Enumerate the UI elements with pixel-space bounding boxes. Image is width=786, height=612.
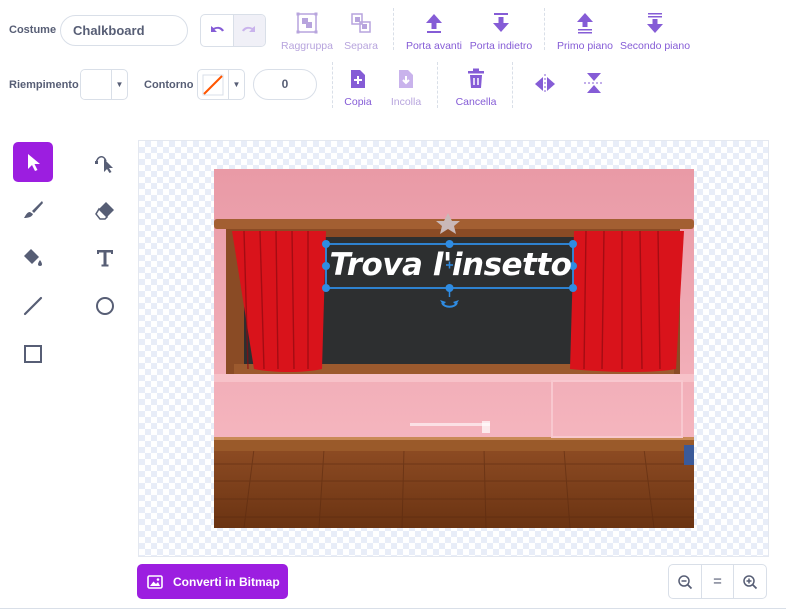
delete-label: Cancella — [455, 96, 497, 108]
fill-swatch — [81, 70, 111, 99]
ungroup-icon — [351, 13, 371, 33]
rectangle-tool-button[interactable] — [13, 334, 53, 374]
group-button[interactable]: Raggruppa — [280, 12, 334, 52]
zoom-in-icon — [743, 574, 758, 589]
line-tool-button[interactable] — [13, 286, 53, 326]
backward-button[interactable]: Porta indietro — [468, 12, 534, 52]
trash-icon — [468, 68, 484, 88]
backward-label: Porta indietro — [469, 40, 533, 52]
outline-width-input[interactable]: 0 — [253, 69, 317, 100]
paste-label: Incolla — [390, 96, 422, 108]
chevron-down-icon: ▼ — [111, 70, 127, 99]
rectangle-tool-icon — [24, 345, 42, 363]
fill-label: Riempimento — [9, 79, 79, 91]
copy-label: Copia — [344, 96, 372, 108]
arrow-up-icon — [426, 14, 442, 33]
chevron-down-icon: ▼ — [228, 70, 244, 99]
fill-tool-button[interactable] — [13, 238, 53, 278]
bring-to-front-icon — [577, 13, 593, 34]
group-icon — [296, 12, 318, 34]
outline-color-picker[interactable]: ▼ — [197, 69, 245, 100]
flip-horizontal-icon — [535, 74, 555, 94]
select-tool-icon — [28, 154, 40, 171]
circle-tool-icon — [96, 297, 114, 315]
flip-vertical-button[interactable] — [582, 72, 606, 100]
paste-icon — [399, 70, 413, 88]
circle-tool-button[interactable] — [85, 286, 125, 326]
reshape-tool-button[interactable] — [85, 142, 125, 182]
text-object[interactable]: Trova l'insetto — [327, 243, 574, 287]
line-tool-icon — [23, 296, 43, 316]
zoom-in-button[interactable] — [733, 565, 766, 598]
selection-overlay — [322, 240, 577, 308]
forward-label: Porta avanti — [405, 40, 463, 52]
toolbar-divider — [512, 62, 513, 108]
convert-to-bitmap-label: Converti in Bitmap — [173, 574, 280, 589]
redo-icon — [242, 25, 256, 32]
back-label: Secondo piano — [619, 40, 691, 52]
image-icon — [147, 574, 163, 589]
bottom-divider — [0, 608, 786, 609]
eraser-tool-icon — [95, 202, 114, 220]
reshape-tool-icon — [95, 156, 113, 173]
fill-tool-icon — [24, 249, 42, 266]
arrow-down-icon — [493, 13, 509, 32]
undo-button[interactable] — [201, 15, 233, 46]
select-tool-button[interactable] — [13, 142, 53, 182]
group-label: Raggruppa — [281, 40, 333, 52]
toolbar-divider — [437, 62, 438, 108]
text-tool-button[interactable] — [85, 238, 125, 278]
outline-label: Contorno — [144, 79, 194, 91]
costume-label: Costume — [9, 24, 57, 36]
toolbar-divider — [544, 8, 545, 50]
forward-button[interactable]: Porta avanti — [404, 12, 464, 52]
back-button[interactable]: Secondo piano — [619, 12, 691, 52]
flip-horizontal-button[interactable] — [533, 74, 557, 100]
text-tool-icon — [97, 250, 113, 267]
undo-redo-group — [200, 14, 266, 47]
copy-icon — [351, 70, 365, 88]
brush-tool-button[interactable] — [13, 190, 53, 230]
no-color-swatch-icon — [198, 70, 228, 99]
convert-to-bitmap-button[interactable]: Converti in Bitmap — [137, 564, 288, 599]
redo-button[interactable] — [232, 15, 265, 46]
zoom-reset-button[interactable]: = — [700, 565, 734, 598]
brush-tool-icon — [24, 201, 43, 218]
front-label: Primo piano — [556, 40, 614, 52]
undo-icon — [210, 25, 224, 32]
front-button[interactable]: Primo piano — [555, 12, 615, 52]
toolbar-divider — [393, 8, 394, 50]
zoom-out-button[interactable] — [669, 565, 701, 598]
send-to-back-icon — [647, 13, 663, 33]
costume-name-input[interactable]: Chalkboard — [60, 15, 188, 46]
ungroup-label: Separa — [344, 40, 378, 52]
copy-button[interactable]: Copia — [340, 68, 376, 108]
ungroup-button[interactable]: Separa — [340, 12, 382, 52]
toolbar-divider — [332, 62, 333, 108]
eraser-tool-button[interactable] — [85, 190, 125, 230]
flip-vertical-icon — [584, 73, 604, 93]
paste-button[interactable]: Incolla — [386, 68, 426, 108]
zoom-out-icon — [678, 574, 692, 589]
paint-editor: Costume Chalkboard Raggruppa Separa Port… — [0, 0, 786, 612]
zoom-controls: = — [668, 564, 767, 599]
delete-button[interactable]: Cancella — [452, 68, 500, 108]
fill-color-picker[interactable]: ▼ — [80, 69, 128, 100]
